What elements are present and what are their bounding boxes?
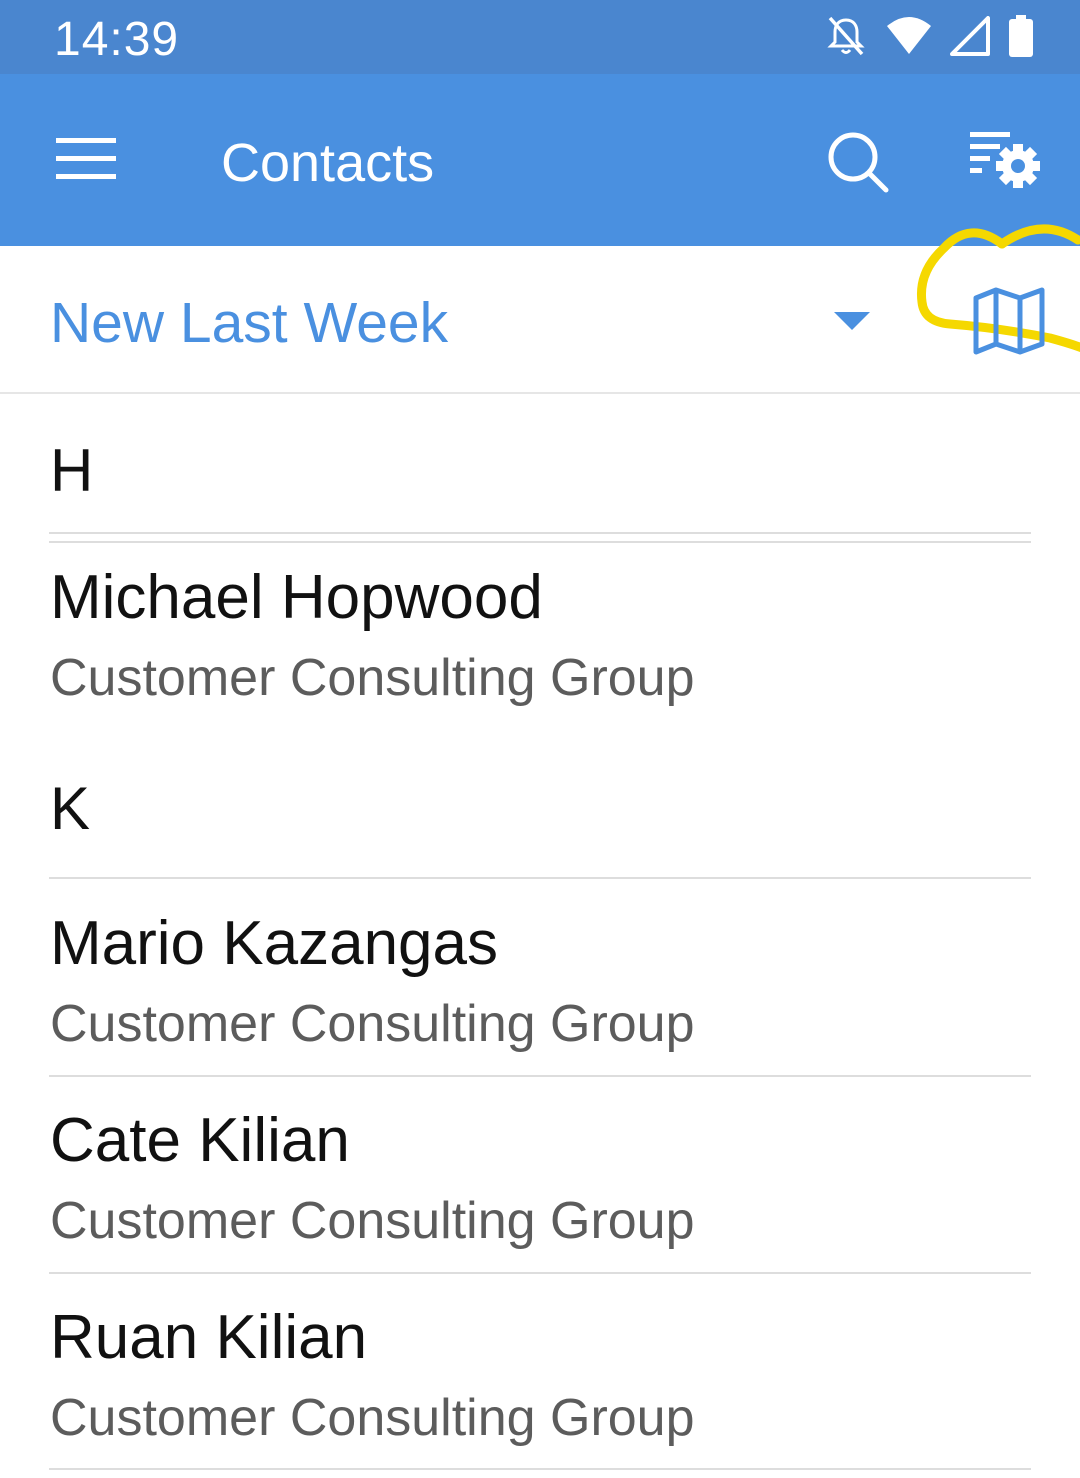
map-view-button[interactable] [910, 210, 1080, 360]
notifications-off-icon [824, 14, 868, 63]
contact-name: Cate Kilian [50, 1106, 350, 1175]
status-time: 14:39 [54, 13, 180, 66]
section-header-k: K [50, 775, 91, 842]
contact-name: Ruan Kilian [50, 1303, 368, 1372]
map-icon [973, 287, 1045, 355]
page-title: Contacts [221, 133, 435, 193]
divider [49, 877, 1031, 879]
contact-company: Customer Consulting Group [50, 649, 695, 707]
triangle-down-icon[interactable] [832, 308, 872, 332]
battery-icon [1008, 14, 1034, 63]
contact-name: Mario Kazangas [50, 909, 499, 978]
wifi-icon [886, 16, 932, 61]
filter-settings-icon[interactable] [966, 128, 1046, 192]
divider [49, 541, 1031, 543]
divider [49, 532, 1031, 534]
status-icons [824, 14, 1034, 62]
divider [49, 1075, 1031, 1077]
status-bar: 14:39 [0, 0, 1080, 74]
section-header-h: H [50, 437, 94, 504]
filter-selected-label[interactable]: New Last Week [50, 290, 448, 356]
contact-company: Customer Consulting Group [50, 1389, 695, 1447]
divider [49, 1468, 1031, 1470]
signal-icon [950, 15, 990, 61]
contact-name: Michael Hopwood [50, 563, 543, 632]
contact-company: Customer Consulting Group [50, 1192, 695, 1250]
contact-company: Customer Consulting Group [50, 995, 695, 1053]
search-icon[interactable] [826, 130, 890, 194]
divider [49, 1272, 1031, 1274]
hamburger-menu-icon[interactable] [56, 136, 116, 182]
